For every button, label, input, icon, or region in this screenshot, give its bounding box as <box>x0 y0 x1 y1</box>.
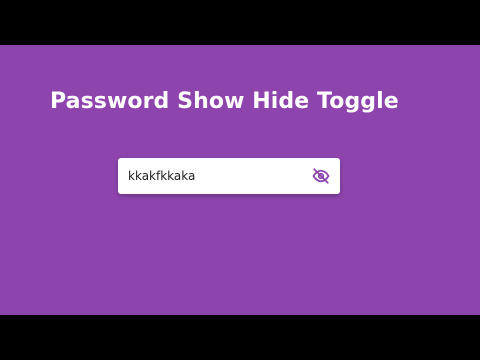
letterbox-top <box>0 0 480 45</box>
demo-stage: Password Show Hide Toggle <box>0 45 480 315</box>
page-title: Password Show Hide Toggle <box>50 89 399 114</box>
letterbox-bottom <box>0 315 480 360</box>
password-field-container <box>118 158 340 194</box>
password-input[interactable] <box>128 158 308 194</box>
eye-off-icon[interactable] <box>312 167 330 185</box>
